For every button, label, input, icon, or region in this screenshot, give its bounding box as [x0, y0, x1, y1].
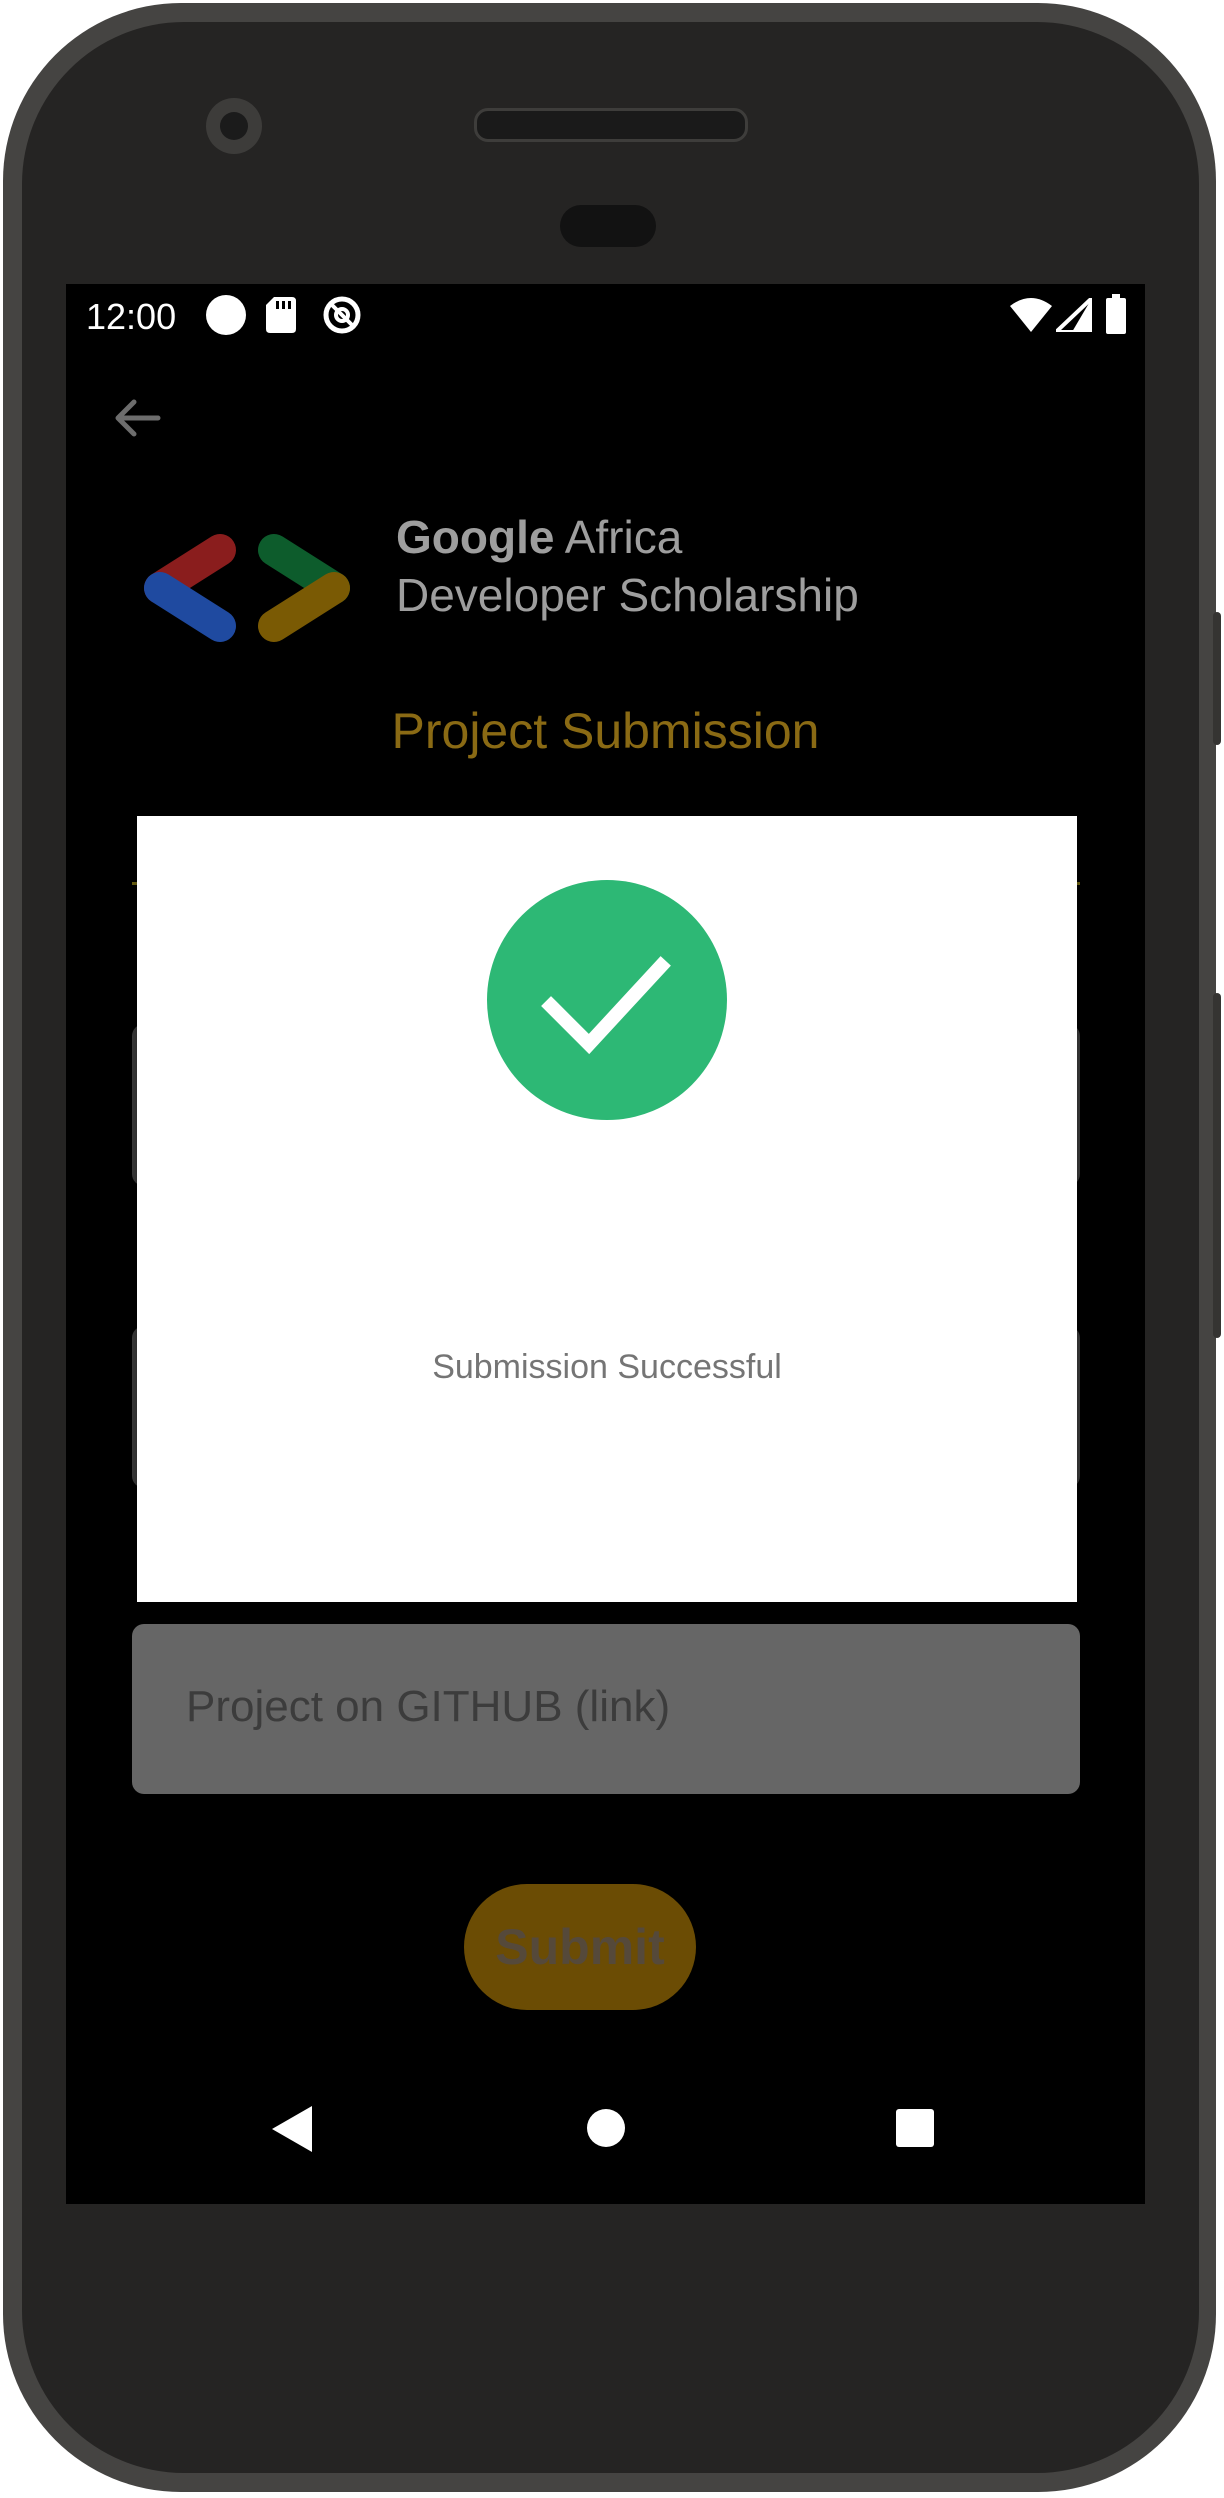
back-arrow-icon[interactable] — [110, 392, 162, 444]
success-dialog: Submission Successful — [137, 816, 1077, 1602]
github-link-field[interactable]: Project on GITHUB (link) — [132, 1624, 1080, 1794]
notification-dot-icon — [206, 295, 246, 335]
dialog-message: Submission Successful — [432, 1348, 782, 1386]
github-link-placeholder: Project on GITHUB (link) — [186, 1682, 671, 1731]
success-check-icon — [487, 880, 727, 1120]
screen: 12:00 Google Africa Developer Scholarshi… — [66, 284, 1145, 2204]
volume-button — [1213, 612, 1221, 745]
brand-text: Google Africa Developer Scholarship — [396, 508, 859, 624]
signal-icon — [1056, 298, 1092, 332]
status-bar: 12:00 — [66, 284, 1145, 350]
gads-logo-icon — [144, 534, 350, 642]
brand-line2: Developer Scholarship — [396, 569, 859, 621]
do-not-disturb-icon — [323, 296, 361, 334]
power-button — [1213, 993, 1221, 1338]
status-time: 12:00 — [86, 296, 177, 337]
battery-icon — [1106, 294, 1126, 334]
brand-google: Google — [396, 511, 555, 563]
navigation-bar — [66, 2064, 1145, 2204]
nav-recents-icon[interactable] — [896, 2109, 934, 2147]
sd-card-icon — [266, 297, 296, 333]
brand-africa: Africa — [554, 511, 683, 563]
wifi-icon — [1010, 298, 1052, 332]
nav-home-icon[interactable] — [587, 2109, 625, 2147]
earpiece-speaker — [474, 108, 748, 142]
submit-button[interactable]: Submit — [464, 1884, 696, 2010]
nav-back-icon[interactable] — [272, 2106, 312, 2152]
proximity-sensor — [560, 205, 656, 247]
page-title: Project Submission — [391, 703, 820, 759]
front-camera — [206, 98, 262, 154]
